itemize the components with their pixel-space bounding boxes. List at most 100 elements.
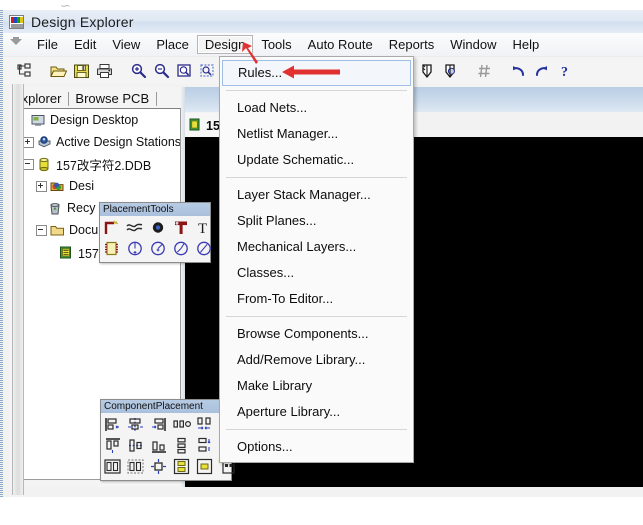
place-component-icon[interactable]: [102, 239, 125, 260]
menu-edit[interactable]: Edit: [66, 35, 104, 54]
pointer-arrow-rules-item: [280, 62, 344, 82]
menu-item-split-planes[interactable]: Split Planes...: [220, 208, 413, 234]
design-dropdown-menu: Rules... Load Nets... Netlist Manager...…: [219, 56, 414, 463]
interactive-placement-icon[interactable]: [172, 457, 195, 478]
align-top-icon[interactable]: [103, 436, 126, 457]
tree-item-design-team[interactable]: Desi: [14, 175, 180, 197]
component-placement-row: [103, 457, 229, 478]
place-arc-center-icon[interactable]: [125, 239, 148, 260]
place-arc-edge-icon[interactable]: [148, 239, 171, 260]
open-folder-icon[interactable]: [48, 60, 70, 82]
menu-window[interactable]: Window: [442, 35, 504, 54]
place-via-icon[interactable]: [148, 218, 171, 239]
workspace-left-scrollbar[interactable]: [12, 84, 24, 495]
zoom-fit-icon[interactable]: [174, 60, 196, 82]
component-placement-row: [103, 415, 229, 436]
tab-divider: [68, 92, 69, 106]
menu-item-layer-stack-manager[interactable]: Layer Stack Manager...: [220, 182, 413, 208]
design-station-icon: [37, 135, 53, 150]
align-horizontal-center-icon[interactable]: [126, 415, 149, 436]
component-placement-toolbar: ComponentPlacement: [100, 399, 232, 481]
tree-expander-minus[interactable]: [36, 225, 47, 236]
align-vertical-center-icon[interactable]: [126, 436, 149, 457]
menu-bar: File Edit View Place Design Tools Auto R…: [3, 33, 643, 57]
design-explorer-panel-icon[interactable]: [14, 60, 36, 82]
move-selection-icon[interactable]: [195, 457, 218, 478]
print-icon[interactable]: [94, 60, 116, 82]
place-string-text-icon[interactable]: T: [194, 218, 217, 239]
increase-vertical-spacing-icon[interactable]: [195, 436, 218, 457]
menu-auto-route[interactable]: Auto Route: [300, 35, 381, 54]
menu-item-add-remove-library[interactable]: Add/Remove Library...: [220, 347, 413, 373]
menu-item-make-library[interactable]: Make Library: [220, 373, 413, 399]
menu-separator: [226, 316, 407, 317]
pcb-document-icon: [189, 118, 202, 131]
redo-icon[interactable]: [532, 60, 554, 82]
save-disk-icon[interactable]: [71, 60, 93, 82]
placement-tools-toolbar: PlacementTools: [99, 202, 211, 263]
tree-item-active-design-stations[interactable]: Active Design Stations: [14, 131, 180, 153]
tree-expander-plus[interactable]: [36, 181, 47, 192]
place-arc-wave-icon[interactable]: [125, 218, 148, 239]
menu-item-aperture-library[interactable]: Aperture Library...: [220, 399, 413, 425]
menu-item-options[interactable]: Options...: [220, 434, 413, 460]
recycle-bin-icon: [48, 201, 64, 216]
place-arc-any-angle-icon[interactable]: [171, 239, 194, 260]
folder-icon: [50, 223, 66, 238]
tree-label: Desi: [69, 179, 94, 193]
move-to-grid-icon[interactable]: [149, 457, 172, 478]
tree-item-design-desktop[interactable]: Design Desktop: [14, 109, 180, 131]
menu-item-load-nets[interactable]: Load Nets...: [220, 95, 413, 121]
zoom-in-icon[interactable]: [128, 60, 150, 82]
tree-label: Design Desktop: [50, 113, 138, 127]
shield-right-icon[interactable]: [441, 60, 463, 82]
tree-item-ddb-database[interactable]: 157改字符2.DDB: [14, 153, 180, 175]
menu-item-from-to-editor[interactable]: From-To Editor...: [220, 286, 413, 312]
place-track-icon[interactable]: [102, 218, 125, 239]
arrange-outside-board-icon[interactable]: [126, 457, 149, 478]
zoom-out-icon[interactable]: [151, 60, 173, 82]
arrange-within-room-icon[interactable]: [103, 457, 126, 478]
title-bar: Design Explorer: [3, 10, 643, 33]
menu-item-mechanical-layers[interactable]: Mechanical Layers...: [220, 234, 413, 260]
placement-tools-title[interactable]: PlacementTools: [100, 203, 210, 216]
tree-label: 157改字符2.DDB: [56, 155, 151, 174]
tree-expander-minus[interactable]: [23, 159, 34, 170]
align-right-icon[interactable]: [149, 415, 172, 436]
tree-expander-plus[interactable]: [23, 137, 34, 148]
component-placement-row: [103, 436, 229, 457]
database-icon: [37, 157, 53, 172]
undo-icon[interactable]: [509, 60, 531, 82]
main-toolbar-right-group: ?: [412, 57, 643, 85]
placement-tools-body: T: [100, 216, 210, 262]
menu-drag-handle-icon[interactable]: [3, 34, 29, 56]
placement-tools-row: T: [102, 218, 208, 239]
pointer-arrow-design-menu: [236, 40, 266, 66]
zoom-select-icon[interactable]: [197, 60, 219, 82]
menu-file[interactable]: File: [29, 35, 66, 54]
tab-browse-pcb[interactable]: Browse PCB: [71, 91, 154, 107]
menu-item-netlist-manager[interactable]: Netlist Manager...: [220, 121, 413, 147]
place-pad-icon[interactable]: [171, 218, 194, 239]
menu-help[interactable]: Help: [505, 35, 548, 54]
space-equally-horizontal-icon[interactable]: [172, 415, 195, 436]
increase-horizontal-spacing-icon[interactable]: [195, 415, 218, 436]
grid-icon[interactable]: [475, 60, 497, 82]
component-placement-title[interactable]: ComponentPlacement: [101, 400, 231, 413]
align-bottom-icon[interactable]: [149, 436, 172, 457]
app-logo-icon: [9, 15, 24, 29]
menu-item-update-schematic[interactable]: Update Schematic...: [220, 147, 413, 173]
tree-label: Recy: [67, 201, 95, 215]
design-team-icon: [50, 179, 66, 194]
menu-reports[interactable]: Reports: [381, 35, 443, 54]
space-equally-vertical-icon[interactable]: [172, 436, 195, 457]
place-full-circle-icon[interactable]: [194, 239, 217, 260]
menu-item-browse-components[interactable]: Browse Components...: [220, 321, 413, 347]
pcb-document-icon: [59, 245, 75, 260]
menu-view[interactable]: View: [104, 35, 148, 54]
help-icon[interactable]: ?: [555, 60, 577, 82]
shield-left-icon[interactable]: [418, 60, 440, 82]
menu-item-classes[interactable]: Classes...: [220, 260, 413, 286]
align-left-icon[interactable]: [103, 415, 126, 436]
menu-place[interactable]: Place: [148, 35, 197, 54]
